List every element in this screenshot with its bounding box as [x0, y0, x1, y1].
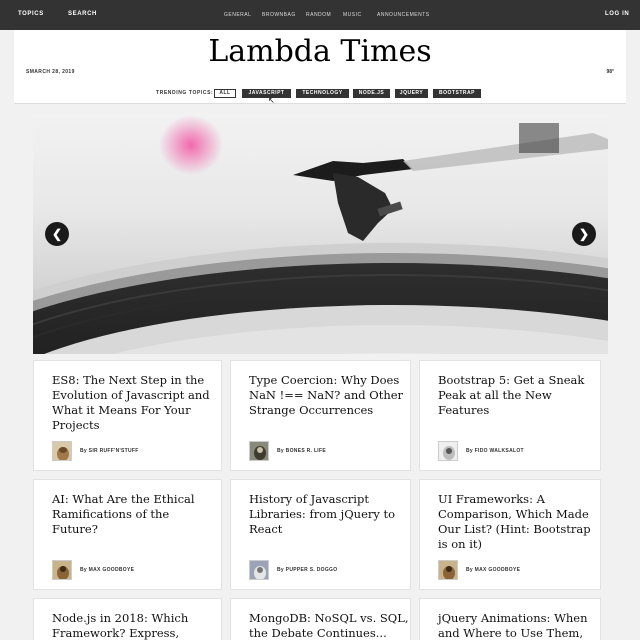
record-player-image	[33, 115, 608, 354]
author-name: By SIR RUFF'N'STUFF	[80, 448, 139, 454]
article-author: By MAX GOODBOYE	[52, 560, 221, 580]
article-card[interactable]: History of Javascript Libraries: from jQ…	[230, 479, 411, 590]
article-headline: Node.js in 2018: Which Framework? Expres…	[52, 611, 189, 640]
article-headline: Type Coercion: Why Does NaN !== NaN? and…	[249, 373, 404, 417]
nav-music[interactable]: MUSIC	[343, 12, 362, 18]
tab-technology[interactable]: TECHNOLOGY	[296, 89, 349, 98]
carousel-prev-button[interactable]: ❮	[45, 222, 69, 246]
author-avatar	[52, 560, 72, 580]
mouse-cursor-icon: ↖	[268, 96, 275, 105]
topics-link[interactable]: TOPICS	[18, 11, 44, 17]
author-avatar	[249, 441, 269, 461]
page-header: Lambda Times SMARCH 28, 2019 98° TRENDIN…	[14, 30, 626, 105]
article-author: By PUPPER S. DOGGO	[249, 560, 410, 580]
author-name: By FIDO WALKSALOT	[466, 448, 524, 454]
tab-javascript[interactable]: JAVASCRIPT	[242, 89, 291, 98]
article-headline: History of Javascript Libraries: from jQ…	[249, 492, 396, 536]
nav-general[interactable]: GENERAL	[224, 12, 251, 18]
article-card[interactable]: Type Coercion: Why Does NaN !== NaN? and…	[230, 360, 411, 471]
page-title: Lambda Times	[208, 34, 432, 69]
article-headline: jQuery Animations: When and Where to Use…	[438, 611, 588, 640]
author-name: By PUPPER S. DOGGO	[277, 567, 338, 573]
article-headline: UI Frameworks: A Comparison, Which Made …	[438, 492, 591, 551]
search-link[interactable]: SEARCH	[68, 11, 97, 17]
article-author: By BONES R. LIFE	[249, 441, 410, 461]
tab-nodejs[interactable]: NODE.JS	[353, 89, 390, 98]
article-card[interactable]: Bootstrap 5: Get a Sneak Peak at all the…	[419, 360, 601, 471]
trending-label: TRENDING TOPICS:	[156, 90, 214, 96]
article-card[interactable]: MongoDB: NoSQL vs. SQL, the Debate Conti…	[230, 598, 411, 640]
author-name: By BONES R. LIFE	[277, 448, 326, 454]
article-headline: MongoDB: NoSQL vs. SQL, the Debate Conti…	[249, 611, 409, 640]
article-headline: Bootstrap 5: Get a Sneak Peak at all the…	[438, 373, 585, 417]
login-link[interactable]: LOG IN	[605, 11, 629, 17]
article-headline: ES8: The Next Step in the Evolution of J…	[52, 373, 210, 432]
article-card[interactable]: Node.js in 2018: Which Framework? Expres…	[33, 598, 222, 640]
nav-brownbag[interactable]: BROWNBAG	[262, 12, 296, 18]
author-name: By MAX GOODBOYE	[466, 567, 521, 573]
article-author: By MAX GOODBOYE	[438, 560, 600, 580]
tab-bootstrap[interactable]: BOOTSTRAP	[433, 89, 481, 98]
article-author: By SIR RUFF'N'STUFF	[52, 441, 221, 461]
top-nav: TOPICS SEARCH GENERAL BROWNBAG RANDOM MU…	[0, 0, 640, 30]
article-card[interactable]: AI: What Are the Ethical Ramifications o…	[33, 479, 222, 590]
image-carousel: ❮ ❯	[33, 113, 608, 354]
author-name: By MAX GOODBOYE	[80, 567, 135, 573]
article-card[interactable]: ES8: The Next Step in the Evolution of J…	[33, 360, 222, 471]
article-card[interactable]: jQuery Animations: When and Where to Use…	[419, 598, 601, 640]
author-avatar	[438, 441, 458, 461]
header-temperature: 98°	[606, 69, 614, 75]
article-card[interactable]: UI Frameworks: A Comparison, Which Made …	[419, 479, 601, 590]
header-date: SMARCH 28, 2019	[26, 69, 75, 75]
author-avatar	[249, 560, 269, 580]
tab-jquery[interactable]: JQUERY	[395, 89, 428, 98]
article-headline: AI: What Are the Ethical Ramifications o…	[52, 492, 195, 536]
author-avatar	[52, 441, 72, 461]
nav-announcements[interactable]: ANNOUNCEMENTS	[377, 12, 430, 18]
nav-random[interactable]: RANDOM	[306, 12, 331, 18]
author-avatar	[438, 560, 458, 580]
carousel-next-button[interactable]: ❯	[572, 222, 596, 246]
tab-all[interactable]: ALL	[214, 89, 236, 98]
article-author: By FIDO WALKSALOT	[438, 441, 600, 461]
